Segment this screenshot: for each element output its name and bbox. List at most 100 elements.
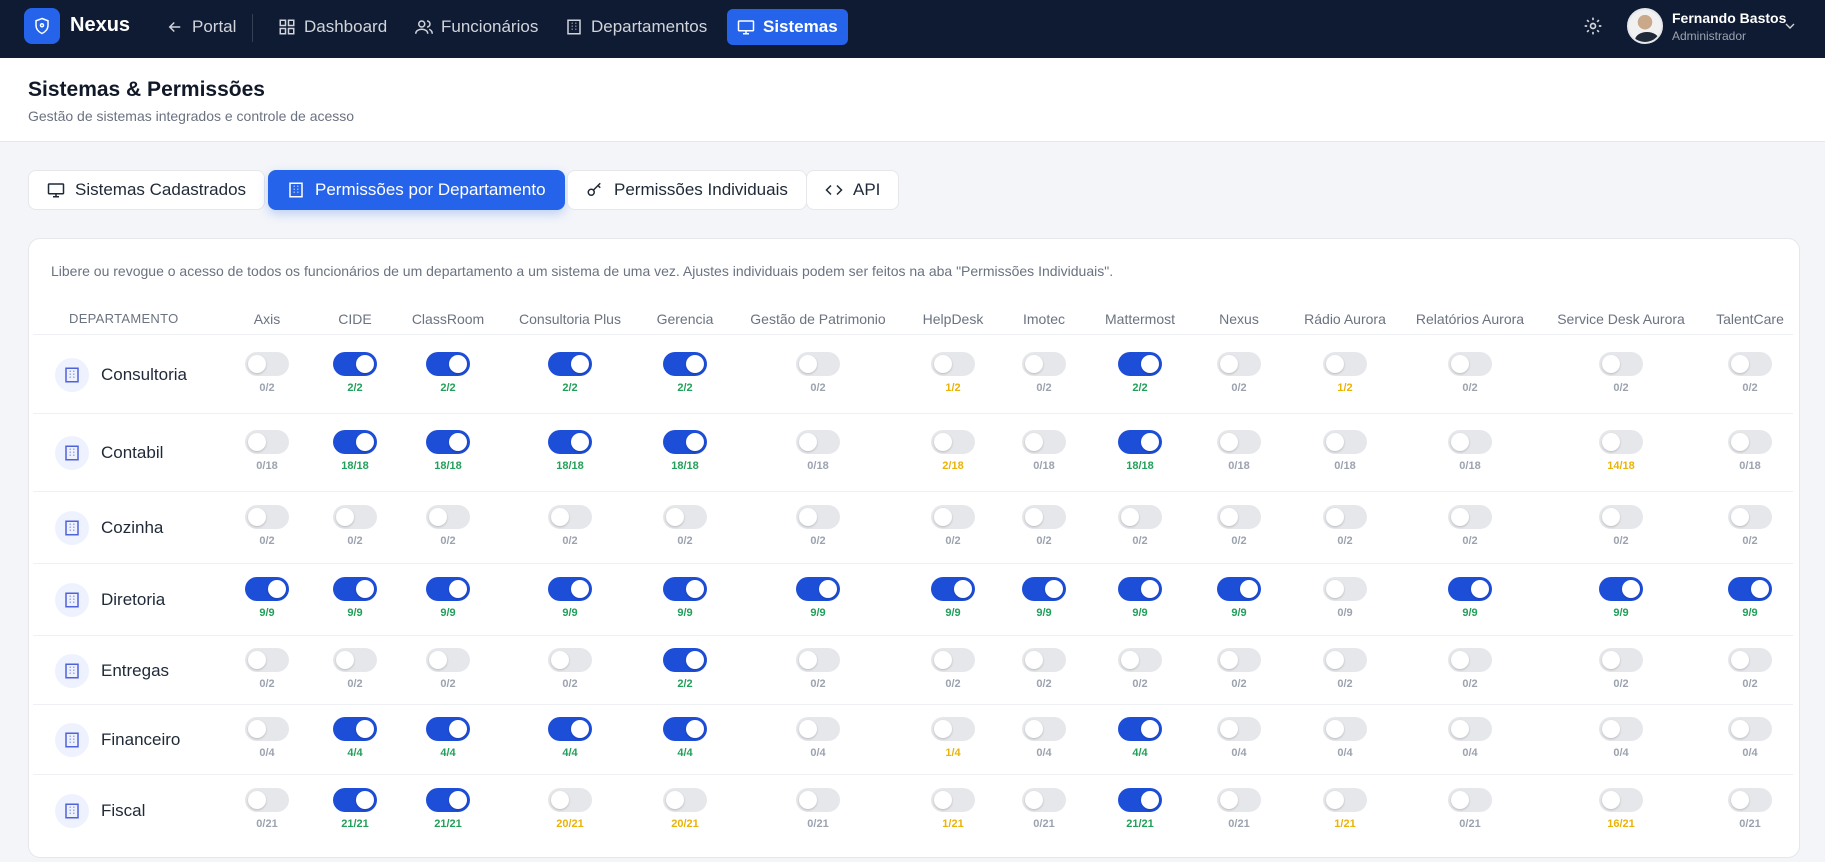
permission-toggle[interactable] xyxy=(1728,351,1772,376)
permission-toggle[interactable] xyxy=(1118,505,1162,529)
permission-toggle[interactable] xyxy=(1323,717,1367,741)
permission-toggle[interactable] xyxy=(426,717,470,741)
permission-toggle[interactable] xyxy=(1599,717,1643,741)
permission-toggle[interactable] xyxy=(1599,647,1643,672)
permission-toggle[interactable] xyxy=(796,577,840,601)
permission-toggle[interactable] xyxy=(1022,647,1066,672)
permission-toggle[interactable] xyxy=(426,647,470,672)
permission-toggle[interactable] xyxy=(1728,577,1772,601)
permission-toggle[interactable] xyxy=(1599,788,1643,812)
tab-api[interactable]: API xyxy=(806,170,900,210)
gear-icon[interactable] xyxy=(1583,16,1603,36)
permission-toggle[interactable] xyxy=(796,717,840,741)
permission-toggle[interactable] xyxy=(1022,505,1066,529)
permission-toggle[interactable] xyxy=(426,430,470,454)
permission-toggle[interactable] xyxy=(931,577,975,601)
permission-toggle[interactable] xyxy=(1728,505,1772,529)
avatar[interactable] xyxy=(1627,8,1663,44)
permission-toggle[interactable] xyxy=(1448,717,1492,741)
permission-toggle[interactable] xyxy=(333,351,377,376)
permission-toggle[interactable] xyxy=(548,351,592,376)
tab-permissoes-individuais[interactable]: Permissões Individuais xyxy=(567,170,807,210)
permission-toggle[interactable] xyxy=(1448,647,1492,672)
permission-toggle[interactable] xyxy=(663,351,707,376)
nav-portal[interactable]: Portal xyxy=(156,9,246,45)
permission-toggle[interactable] xyxy=(1323,647,1367,672)
permission-toggle[interactable] xyxy=(1323,788,1367,812)
permission-toggle[interactable] xyxy=(1323,577,1367,601)
permission-toggle[interactable] xyxy=(1448,351,1492,376)
permission-toggle[interactable] xyxy=(1323,505,1367,529)
permission-toggle[interactable] xyxy=(1217,430,1261,454)
permission-toggle[interactable] xyxy=(1118,430,1162,454)
permission-toggle[interactable] xyxy=(548,505,592,529)
nav-dashboard[interactable]: Dashboard xyxy=(268,9,397,45)
permission-toggle[interactable] xyxy=(333,505,377,529)
tab-sistemas-cadastrados[interactable]: Sistemas Cadastrados xyxy=(28,170,266,210)
permission-toggle[interactable] xyxy=(1022,430,1066,454)
permission-toggle[interactable] xyxy=(245,717,289,741)
permission-toggle[interactable] xyxy=(245,577,289,601)
permission-toggle[interactable] xyxy=(1448,788,1492,812)
permission-toggle[interactable] xyxy=(1728,430,1772,454)
permission-toggle[interactable] xyxy=(796,351,840,376)
permission-toggle[interactable] xyxy=(1599,505,1643,529)
permission-toggle[interactable] xyxy=(1118,351,1162,376)
permission-toggle[interactable] xyxy=(796,647,840,672)
permission-toggle[interactable] xyxy=(1022,788,1066,812)
tab-permissoes-departamento[interactable]: Permissões por Departamento xyxy=(268,170,565,210)
permission-toggle[interactable] xyxy=(796,505,840,529)
permission-toggle[interactable] xyxy=(1323,351,1367,376)
permission-toggle[interactable] xyxy=(1217,788,1261,812)
permission-toggle[interactable] xyxy=(333,717,377,741)
permission-toggle[interactable] xyxy=(426,351,470,376)
permission-toggle[interactable] xyxy=(663,788,707,812)
permission-toggle[interactable] xyxy=(663,647,707,672)
permission-toggle[interactable] xyxy=(931,430,975,454)
permission-toggle[interactable] xyxy=(796,788,840,812)
permission-toggle[interactable] xyxy=(426,577,470,601)
permission-toggle[interactable] xyxy=(548,788,592,812)
permission-toggle[interactable] xyxy=(245,505,289,529)
permission-toggle[interactable] xyxy=(1118,647,1162,672)
permission-toggle[interactable] xyxy=(1118,577,1162,601)
nav-funcionarios[interactable]: Funcionários xyxy=(405,9,548,45)
permission-toggle[interactable] xyxy=(1217,647,1261,672)
permission-toggle[interactable] xyxy=(548,430,592,454)
permission-toggle[interactable] xyxy=(1728,647,1772,672)
permission-toggle[interactable] xyxy=(796,430,840,454)
user-name[interactable]: Fernando Bastos xyxy=(1672,10,1786,26)
permission-toggle[interactable] xyxy=(548,647,592,672)
permission-toggle[interactable] xyxy=(1728,717,1772,741)
permission-toggle[interactable] xyxy=(931,351,975,376)
permission-toggle[interactable] xyxy=(931,647,975,672)
permission-toggle[interactable] xyxy=(333,788,377,812)
permission-toggle[interactable] xyxy=(663,430,707,454)
permission-toggle[interactable] xyxy=(1217,505,1261,529)
permission-toggle[interactable] xyxy=(663,577,707,601)
permission-toggle[interactable] xyxy=(1323,430,1367,454)
permission-toggle[interactable] xyxy=(245,430,289,454)
permission-toggle[interactable] xyxy=(1448,577,1492,601)
permission-toggle[interactable] xyxy=(1118,788,1162,812)
chevron-down-icon[interactable] xyxy=(1782,18,1798,34)
permission-toggle[interactable] xyxy=(931,717,975,741)
permission-toggle[interactable] xyxy=(1448,430,1492,454)
permission-toggle[interactable] xyxy=(426,788,470,812)
nav-sistemas[interactable]: Sistemas xyxy=(727,9,848,45)
permission-toggle[interactable] xyxy=(245,351,289,376)
permission-toggle[interactable] xyxy=(1022,577,1066,601)
permission-toggle[interactable] xyxy=(1022,351,1066,376)
permission-toggle[interactable] xyxy=(1448,505,1492,529)
permission-toggle[interactable] xyxy=(333,577,377,601)
brand-name[interactable]: Nexus xyxy=(70,14,130,37)
permission-toggle[interactable] xyxy=(663,717,707,741)
permission-toggle[interactable] xyxy=(1599,430,1643,454)
permission-toggle[interactable] xyxy=(931,505,975,529)
permission-toggle[interactable] xyxy=(1728,788,1772,812)
permission-toggle[interactable] xyxy=(931,788,975,812)
permission-toggle[interactable] xyxy=(245,647,289,672)
permission-toggle[interactable] xyxy=(333,430,377,454)
permission-toggle[interactable] xyxy=(1217,577,1261,601)
permission-toggle[interactable] xyxy=(1217,717,1261,741)
